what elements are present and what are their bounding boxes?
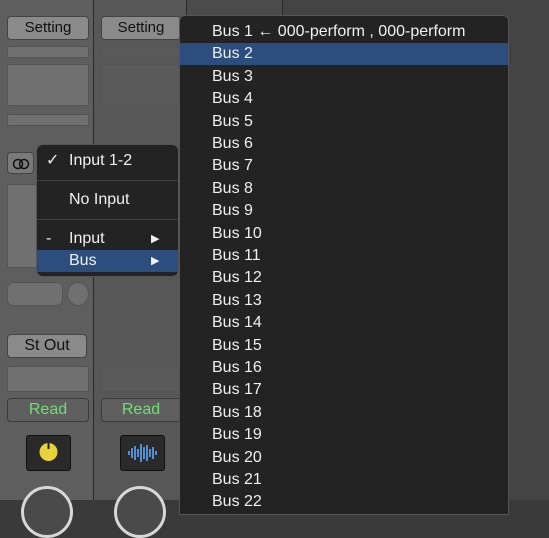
send-knob[interactable] xyxy=(67,282,89,306)
link-button[interactable] xyxy=(7,152,34,174)
bus-menu-item-label: Bus 3 xyxy=(212,67,253,85)
bus-menu-item[interactable]: Bus 9 xyxy=(180,200,508,222)
bus-menu-item[interactable]: Bus 15 xyxy=(180,335,508,357)
bus-menu-item[interactable]: Bus 8 xyxy=(180,178,508,200)
tuner-icon xyxy=(39,443,58,461)
bus-menu-item-label: Bus 11 xyxy=(212,247,261,264)
tuner-button[interactable] xyxy=(26,435,71,471)
bus-menu-item-label: Bus 5 xyxy=(212,112,253,130)
eq-display[interactable] xyxy=(7,64,89,106)
menu-item-bus[interactable]: Bus ▶ xyxy=(37,250,178,272)
output-button[interactable]: St Out xyxy=(7,334,87,358)
automation-mode-button[interactable]: Read xyxy=(101,398,181,422)
bus-menu-item-label: Bus 6 xyxy=(212,135,253,152)
group-slot[interactable] xyxy=(7,366,89,392)
bus-menu-item[interactable]: Bus 3 xyxy=(180,66,508,88)
bus-menu-item-label: Bus 12 xyxy=(212,269,262,287)
waveform-button[interactable] xyxy=(120,435,165,471)
eq-slot[interactable] xyxy=(101,46,181,58)
bus-menu-item[interactable]: Bus 5 xyxy=(180,111,508,133)
bus-menu-item-label: Bus 14 xyxy=(212,314,262,332)
bus-menu-item[interactable]: Bus 10 xyxy=(180,223,508,245)
bus-menu-item-label: Bus 16 xyxy=(212,359,262,376)
bus-menu-item-label: Bus 22 xyxy=(212,493,262,511)
menu-item-input[interactable]: - Input ▶ xyxy=(37,228,178,250)
menu-item-no-input[interactable]: No Input xyxy=(37,189,178,211)
eq-display[interactable] xyxy=(101,64,181,106)
bus-menu-item[interactable]: Bus 19 xyxy=(180,424,508,446)
waveform-icon xyxy=(128,444,157,462)
bus-menu-item-label: Bus 21 xyxy=(212,471,262,488)
menu-item-label: Bus xyxy=(69,252,97,269)
bus-menu-item[interactable]: Bus 16 xyxy=(180,357,508,379)
bus-menu-item[interactable]: Bus 18 xyxy=(180,402,508,424)
bus-menu-item-label: Bus 7 xyxy=(212,157,253,175)
bus-menu-item-label: Bus 18 xyxy=(212,403,262,421)
bus-menu-item[interactable]: Bus 12 xyxy=(180,267,508,289)
bus-menu-item[interactable]: Bus 6 xyxy=(180,133,508,155)
menu-item-label: No Input xyxy=(69,191,130,208)
bus-menu-item[interactable]: Bus 21 xyxy=(180,469,508,491)
input-menu: ✓ Input 1-2 No Input - Input ▶ Bus ▶ xyxy=(36,144,179,277)
menu-item-input-1-2[interactable]: ✓ Input 1-2 xyxy=(37,150,178,172)
setting-button[interactable]: Setting xyxy=(101,16,181,40)
pan-knob[interactable] xyxy=(21,486,73,538)
link-icon xyxy=(12,158,29,170)
bus-menu-item[interactable]: Bus 7 xyxy=(180,155,508,177)
audio-fx-slot[interactable] xyxy=(7,184,37,268)
bus-menu-item[interactable]: Bus 17 xyxy=(180,379,508,401)
bus-menu-item-label: Bus 19 xyxy=(212,426,262,444)
bus-menu-item[interactable]: Bus 22 xyxy=(180,491,508,513)
bus-menu-item[interactable]: Bus 4 xyxy=(180,88,508,110)
bus-menu-item[interactable]: Bus 20 xyxy=(180,447,508,469)
menu-separator xyxy=(37,180,178,181)
menu-item-prefix: - xyxy=(46,230,52,247)
menu-item-label: Input 1-2 xyxy=(69,152,133,169)
bus-menu-item[interactable]: Bus 14 xyxy=(180,312,508,334)
menu-separator xyxy=(37,219,178,220)
bus-menu-item-label: Bus 13 xyxy=(212,291,262,309)
bus-submenu: Bus 1 ← 000-perform , 000-perform Bus 2 Bu… xyxy=(179,15,509,515)
submenu-arrow-icon: ▶ xyxy=(151,233,160,245)
pan-knob[interactable] xyxy=(114,486,166,538)
bus-menu-item-label: Bus 15 xyxy=(212,336,262,354)
setting-button[interactable]: Setting xyxy=(7,16,89,40)
midi-fx-slot[interactable] xyxy=(7,114,89,126)
automation-mode-button[interactable]: Read xyxy=(7,398,89,422)
bus-menu-item-label: Bus 4 xyxy=(212,90,253,108)
bus-menu-item-label: Bus 2 xyxy=(212,45,253,63)
bus-menu-item-label: Bus 8 xyxy=(212,179,253,197)
send-slot[interactable] xyxy=(7,282,63,306)
bus-menu-item[interactable]: Bus 2 xyxy=(180,43,508,66)
bus-menu-item[interactable]: Bus 13 xyxy=(180,290,508,312)
bus-menu-item-label: Bus 20 xyxy=(212,448,262,466)
bus-menu-item-label: Bus 10 xyxy=(212,224,262,242)
group-slot[interactable] xyxy=(101,366,181,392)
checkmark-icon: ✓ xyxy=(46,152,60,169)
submenu-arrow-icon: ▶ xyxy=(151,255,160,267)
bus-menu-item-label: Bus 1 ← 000-perform , 000-perform xyxy=(212,23,466,40)
menu-item-label: Input xyxy=(69,230,105,247)
bus-menu-item-label: Bus 17 xyxy=(212,381,262,399)
eq-slot[interactable] xyxy=(7,46,89,58)
bus-menu-item-label: Bus 9 xyxy=(212,202,253,220)
bus-menu-item[interactable]: Bus 1 ← 000-perform , 000-perform xyxy=(180,21,508,43)
bus-menu-item[interactable]: Bus 11 xyxy=(180,245,508,267)
